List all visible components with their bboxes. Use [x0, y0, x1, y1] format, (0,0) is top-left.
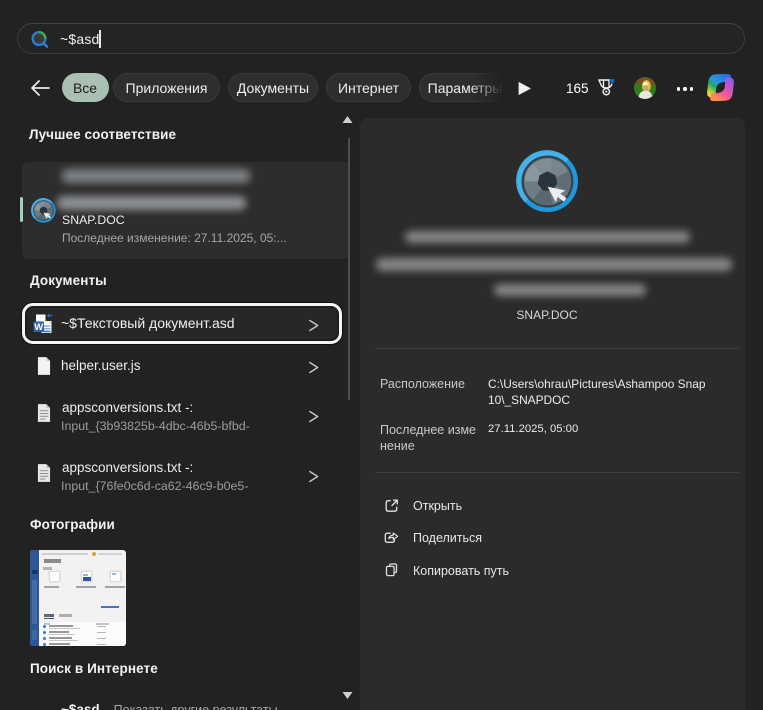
- svg-text:W: W: [34, 322, 43, 333]
